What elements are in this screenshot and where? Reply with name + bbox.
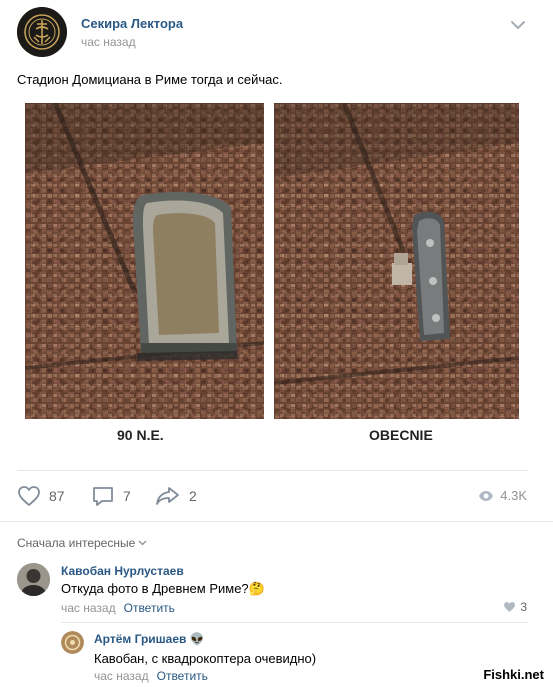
post-author[interactable]: Секира Лектора (81, 16, 183, 31)
caption-left: 90 N.E. (117, 427, 164, 443)
comment-author[interactable]: Артём Гришаев 👽 (94, 632, 205, 646)
like-count: 87 (49, 488, 65, 504)
comment-avatar[interactable] (61, 631, 84, 654)
comments-sort[interactable]: Сначала интересные (17, 536, 147, 550)
divider (0, 521, 553, 522)
views: 4.3K (478, 488, 527, 503)
avatar-photo (17, 563, 50, 596)
reply-button[interactable]: Ответить (124, 601, 175, 615)
comment-icon (93, 487, 113, 506)
comment-time[interactable]: час назад (61, 601, 116, 615)
comment-author[interactable]: Кавобан Нурлустаев (61, 564, 184, 578)
comment-meta: час назад Ответить (94, 669, 208, 683)
comment-count: 7 (123, 488, 131, 504)
sort-label: Сначала интересные (17, 536, 136, 550)
comment-like-count: 3 (520, 600, 527, 614)
comment-like-button[interactable]: 3 (503, 600, 527, 614)
group-avatar[interactable] (17, 7, 67, 57)
photo-ancient[interactable] (25, 103, 264, 419)
reply-button[interactable]: Ответить (157, 669, 208, 683)
comment-button[interactable]: 7 (91, 485, 131, 507)
divider (61, 622, 528, 623)
chevron-down-icon[interactable] (510, 18, 526, 36)
post-time[interactable]: час назад (81, 35, 136, 49)
comment-text: Откуда фото в Древнем Риме?🤔 (61, 581, 265, 596)
heart-icon (18, 486, 40, 506)
chevron-down-icon (138, 540, 147, 546)
comment-meta: час назад Ответить (61, 601, 175, 615)
comment-time[interactable]: час назад (94, 669, 149, 683)
watermark: Fishki.net (480, 666, 547, 683)
post-text: Стадион Домициана в Риме тогда и сейчас. (17, 72, 283, 87)
avatar-photo (61, 631, 84, 654)
share-icon (156, 487, 179, 505)
caption-right: OBECNIE (369, 427, 433, 443)
like-button[interactable]: 87 (17, 485, 65, 507)
emblem-icon (17, 7, 67, 57)
comment-avatar[interactable] (17, 563, 50, 596)
view-count: 4.3K (500, 488, 527, 503)
heart-icon (504, 602, 516, 612)
share-button[interactable]: 2 (155, 485, 197, 507)
divider (17, 470, 528, 471)
eye-icon (479, 490, 494, 501)
share-count: 2 (189, 488, 197, 504)
comment-text: Кавобан, с квадрокоптера очевидно) (94, 651, 317, 666)
photo-modern[interactable] (274, 103, 519, 419)
